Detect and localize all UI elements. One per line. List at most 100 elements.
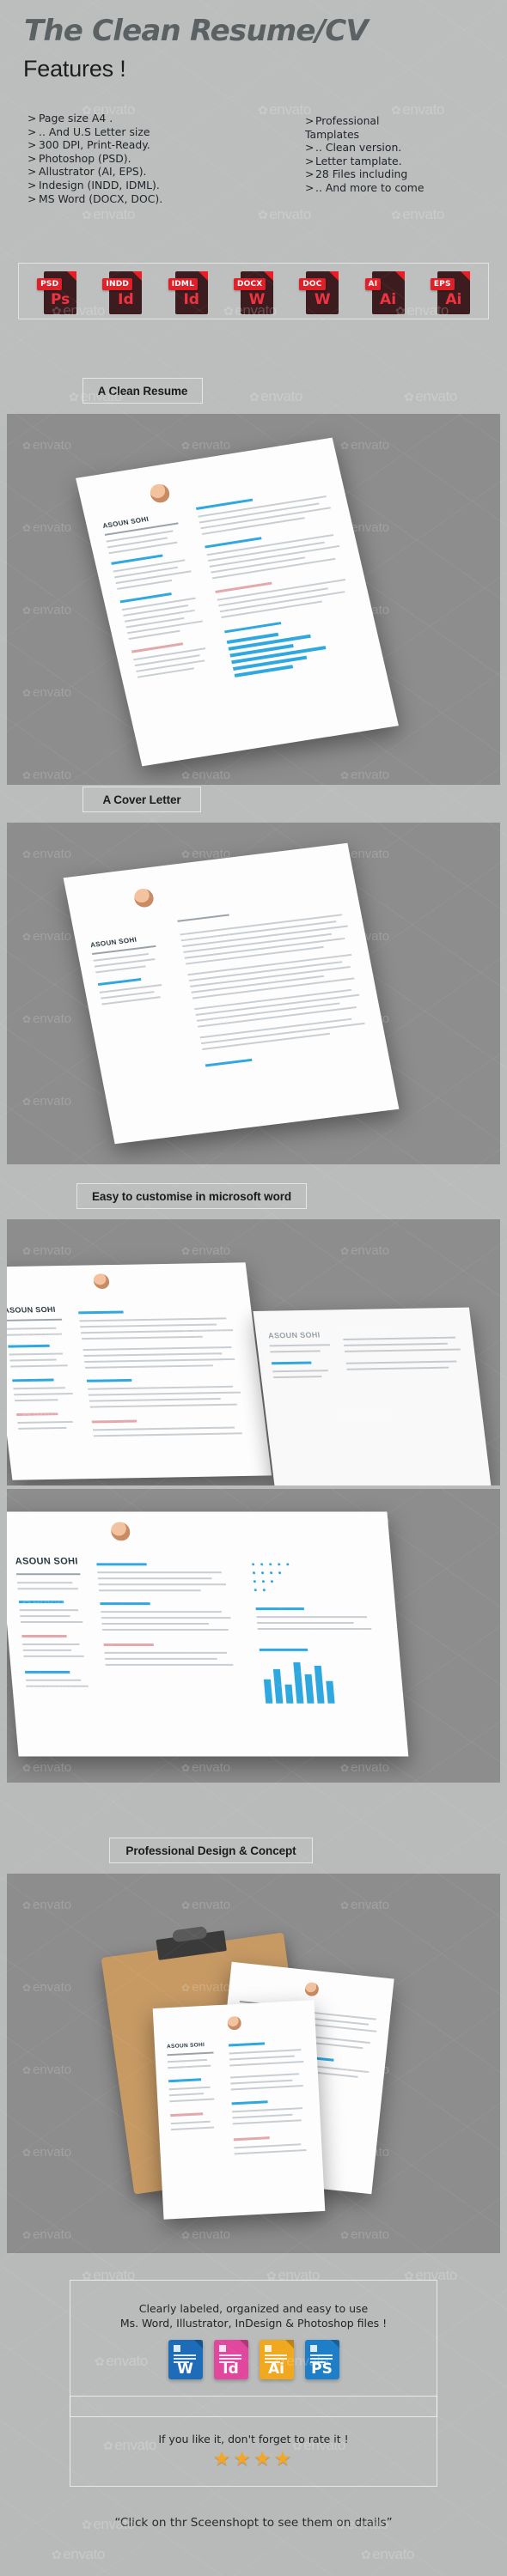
watermark: envato xyxy=(22,1012,71,1026)
file-icon-extension-tag: IDML xyxy=(168,278,199,290)
watermark: envato xyxy=(22,438,71,453)
feature-item-label: Photoshop (PSD). xyxy=(39,151,131,165)
watermark: envato xyxy=(22,1243,71,1258)
icon-doc-lines xyxy=(218,2345,241,2365)
watermark: envato xyxy=(22,1408,71,1423)
file-icon-app-glyph: W xyxy=(248,291,266,308)
promo-page: The Clean Resume/CV Features ! > Page siz… xyxy=(0,0,507,2576)
watermark: envato xyxy=(181,1678,230,1692)
watermark: envato xyxy=(340,520,389,535)
watermark: envato xyxy=(181,1513,230,1528)
watermark: envato xyxy=(22,2227,71,2242)
file-format-icon: Id IDML xyxy=(168,268,208,314)
file-icon-app-glyph: W xyxy=(314,291,331,308)
app-icon-id: Id xyxy=(213,2340,248,2379)
app-icon-ps: PS xyxy=(304,2340,339,2379)
feature-item: > Indesign (INDD, IDML). xyxy=(27,179,251,192)
features-list-left: > Page size A4 . >.. And U.S Letter size >3… xyxy=(27,112,251,205)
watermark: envato xyxy=(22,1760,71,1775)
watermark: envato xyxy=(340,685,389,700)
features-heading: Features ! xyxy=(23,56,126,82)
rate-prompt: If you like it, don't forget to rate it … xyxy=(158,2433,349,2445)
feature-item-label: Indesign (INDD, IDML). xyxy=(39,178,160,191)
watermark: envato xyxy=(181,1760,230,1775)
feature-item-label: .. And more to come xyxy=(315,180,425,194)
watermark: envato xyxy=(22,1678,71,1692)
word-name-2: ASOUN SOHI xyxy=(267,1330,321,1340)
feature-item: > Allustrator (AI, EPS). xyxy=(27,165,251,179)
cover-letter-name: ASOUN SOHI xyxy=(89,935,137,950)
mockup-band-word-1: ASOUN SOHI ASOUN SOHI ✿ envato ✿ envato … xyxy=(7,1219,500,1485)
file-icon-app-glyph: Ai xyxy=(380,291,397,308)
watermark: envato xyxy=(258,206,311,223)
watermark: envato xyxy=(22,603,71,617)
feature-item-label: Tamplates xyxy=(305,127,360,141)
file-format-icon: Ai AI xyxy=(364,268,405,314)
footer-line-1: Clearly labeled, organized and easy to u… xyxy=(138,2302,369,2315)
watermark: envato xyxy=(249,388,302,405)
watermark: envato xyxy=(22,1513,71,1528)
watermark: envato xyxy=(340,1513,389,1528)
file-format-icon: Id INDD xyxy=(102,268,143,314)
feature-item-label: MS Word (DOCX, DOC). xyxy=(39,191,163,205)
feature-item: > Photoshop (PSD). xyxy=(27,152,251,166)
bullet-marker: > xyxy=(305,141,315,155)
feature-item-label: 300 DPI, Print-Ready. xyxy=(39,138,150,152)
watermark: envato xyxy=(181,1012,230,1026)
file-icon-extension-tag: EPS xyxy=(430,278,455,290)
file-icon-fold xyxy=(132,271,143,281)
watermark: envato xyxy=(340,1408,389,1423)
file-icon-fold xyxy=(198,271,208,281)
watermark: envato xyxy=(340,1760,389,1775)
file-icon-app-glyph: Ps xyxy=(51,291,70,308)
feature-item-label: .. And U.S Letter size xyxy=(39,125,150,138)
feature-item: > Professional xyxy=(305,114,498,128)
watermark: envato xyxy=(181,438,230,453)
feature-item: > Letter tamplate. xyxy=(305,155,498,168)
bullet-marker: > xyxy=(27,112,37,125)
feature-item: Tamplates xyxy=(305,128,498,142)
app-icon-row: W Id Ai PS xyxy=(70,2340,437,2379)
watermark: envato xyxy=(181,929,230,944)
concept-name: ASOUN SOHI xyxy=(166,2041,205,2050)
watermark: envato xyxy=(391,206,444,223)
feature-item: >300 DPI, Print-Ready. xyxy=(27,138,251,152)
bottom-note: “Click on thr Sceenshopt to see them on … xyxy=(114,2516,393,2530)
watermark: envato xyxy=(22,847,71,861)
watermark: envato xyxy=(340,1980,389,1995)
icon-doc-lines xyxy=(309,2345,333,2365)
mockup-band-concept: ASOUN SOHI envatoenvatoen xyxy=(7,1874,500,2253)
feature-item: > Page size A4 . xyxy=(27,112,251,125)
star-rating: ★★★★ xyxy=(212,2447,295,2470)
concept-sheet-front: ASOUN SOHI xyxy=(152,2000,326,2220)
feature-item: > MS Word (DOCX, DOC). xyxy=(27,192,251,206)
watermark: envato xyxy=(340,2063,389,2077)
file-icon-extension-tag: AI xyxy=(364,278,382,290)
bullet-marker: > xyxy=(305,167,315,181)
file-format-strip: Ps PSD Id INDD Id IDML W DOCX W DOC Ai AI Ai EPS xyxy=(18,263,489,319)
avatar xyxy=(108,1520,133,1543)
resume-sheet: ASOUN SOHI xyxy=(76,437,399,767)
rating-box: If you like it, don't forget to rate it … xyxy=(70,2396,437,2487)
watermark: envato xyxy=(340,847,389,861)
word-name-1: ASOUN SOHI xyxy=(7,1304,57,1315)
watermark: envato xyxy=(52,2546,105,2563)
watermark: envato xyxy=(181,1898,230,1912)
feature-item: >.. And more to come xyxy=(305,181,498,195)
feature-item: >28 Files including xyxy=(305,167,498,181)
watermark: envato xyxy=(181,1595,230,1610)
page-title: The Clean Resume/CV xyxy=(24,14,369,48)
watermark: envato xyxy=(22,929,71,944)
watermark: envato xyxy=(181,768,230,782)
file-icon-app-glyph: Id xyxy=(183,291,199,308)
watermark: envato xyxy=(22,1094,71,1109)
watermark: envato xyxy=(340,1012,389,1026)
watermark: envato xyxy=(22,520,71,535)
app-icon-w: W xyxy=(168,2340,203,2379)
watermark: envato xyxy=(22,768,71,782)
footer-line-2: Ms. Word, Illustrator, InDesign & Photos… xyxy=(119,2317,388,2330)
file-icon-extension-tag: PSD xyxy=(37,278,63,290)
feature-item: >.. Clean version. xyxy=(305,141,498,155)
feature-item-label: Letter tamplate. xyxy=(315,154,402,167)
file-format-icon: W DOC xyxy=(299,268,339,314)
